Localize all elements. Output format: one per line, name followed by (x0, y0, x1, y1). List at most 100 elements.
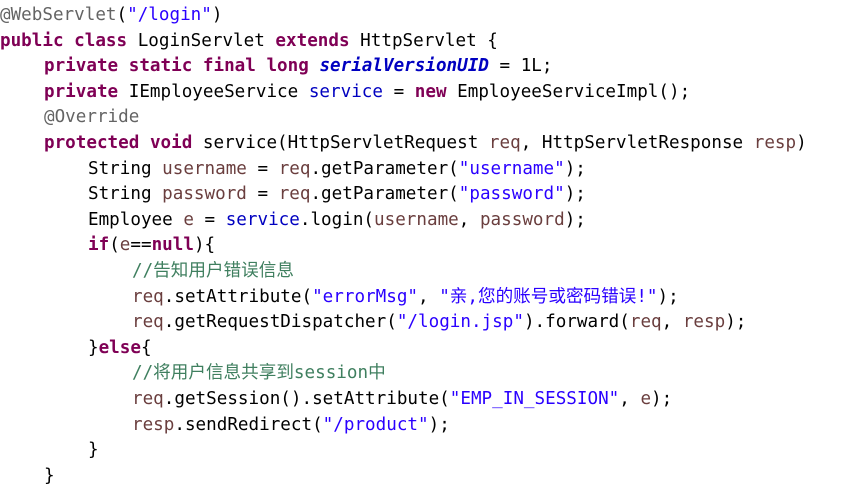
code-token-plain: ); (428, 414, 450, 435)
code-token-kw: long (266, 56, 309, 77)
code-token-plain: } (88, 440, 99, 461)
code-token-plain: EmployeeServiceImpl(); (446, 81, 691, 102)
code-token-kw: private (44, 56, 119, 77)
code-token-anno: @Override (44, 107, 140, 128)
code-token-plain: ){ (193, 235, 216, 256)
code-token-plain: ); (564, 209, 586, 230)
code-token-var: req (278, 158, 311, 179)
code-line[interactable]: private static final long serialVersionU… (0, 54, 853, 80)
code-line[interactable]: if(e==null){ (0, 233, 853, 259)
code-token-str: "errorMsg" (312, 286, 419, 307)
code-token-var: resp (753, 132, 797, 153)
code-line[interactable]: req.getRequestDispatcher("/login.jsp").f… (0, 310, 853, 336)
code-token-plain: ); (725, 312, 747, 333)
code-line[interactable]: req.getSession().setAttribute("EMP_IN_SE… (0, 387, 853, 413)
code-line[interactable]: @Override (0, 105, 853, 131)
code-token-plain: == (130, 235, 152, 256)
code-token-plain: ( (109, 235, 120, 256)
code-token-plain: } (44, 465, 55, 486)
code-token-plain: IEmployeeService (118, 81, 309, 102)
code-line[interactable]: //告知用户错误信息 (0, 259, 853, 285)
code-token-var: req (278, 184, 311, 205)
code-line[interactable]: } (0, 464, 853, 489)
code-token-plain: ); (564, 158, 586, 179)
code-token-plain: , (458, 209, 480, 230)
code-token-kw: public (0, 30, 64, 51)
code-token-field: service (225, 209, 300, 230)
code-token-plain: = 1L; (488, 56, 553, 77)
code-token-plain: ).forward( (523, 312, 630, 333)
code-token-var: e (119, 235, 131, 256)
code-token-plain: = (382, 81, 415, 102)
code-token-plain: Employee (88, 209, 184, 230)
code-token-plain: .getSession().setAttribute( (163, 388, 450, 409)
code-line[interactable]: } (0, 438, 853, 464)
code-token-comment: //将用户信息共享到session中 (132, 363, 386, 384)
code-token-plain: .getParameter( (310, 184, 459, 205)
code-token-kw: static (128, 56, 193, 77)
code-token-var: req (132, 312, 164, 333)
code-token-kw: final (202, 56, 256, 77)
code-token-plain: = (193, 209, 226, 230)
code-token-anno: @WebServlet (0, 5, 117, 25)
code-editor[interactable]: @WebServlet("/login") public class LoginS… (0, 0, 853, 489)
code-token-plain: } (88, 337, 99, 358)
code-line[interactable]: req.setAttribute("errorMsg", "亲,您的账号或密码错… (0, 285, 853, 311)
code-token-var: password (479, 209, 565, 230)
code-token-kw: extends (275, 30, 350, 51)
code-token-plain: String (88, 158, 163, 179)
code-token-plain: ) (796, 132, 807, 153)
code-line[interactable]: resp.sendRedirect("/product"); (0, 413, 853, 439)
code-token-var: e (183, 209, 194, 230)
code-token-comment: //告知用户错误信息 (132, 260, 294, 281)
code-token-kw: null (151, 235, 194, 256)
code-token-plain: { (140, 337, 152, 358)
code-token-kw: new (414, 81, 447, 102)
code-token-plain: = (246, 184, 279, 205)
code-line[interactable]: }else{ (0, 336, 853, 362)
code-token-var: req (488, 132, 521, 153)
code-token-var: username (162, 158, 247, 179)
code-token-kw: private (44, 81, 119, 102)
code-token-plain: .sendRedirect( (174, 414, 323, 435)
code-token-plain: .getRequestDispatcher( (163, 312, 397, 333)
code-line[interactable]: public class LoginServlet extends HttpSe… (0, 29, 853, 55)
code-token-plain: , (661, 312, 683, 333)
code-token-plain: .setAttribute( (163, 286, 313, 307)
code-token-kw: protected (44, 132, 140, 153)
code-token-kw: if (88, 235, 110, 256)
code-token-plain: .getParameter( (310, 158, 459, 179)
code-line[interactable]: //将用户信息共享到session中 (0, 361, 853, 387)
code-token-field: service (308, 81, 383, 102)
code-token-var: username (374, 209, 459, 230)
code-token-kw: else (98, 337, 141, 358)
code-token-plain: , (619, 388, 641, 409)
code-token-plain: HttpServlet { (349, 30, 498, 51)
code-token-str: "/login" (127, 5, 212, 25)
code-token-static-field: serialVersionUID (319, 56, 489, 77)
code-token-plain: service(HttpServletRequest (192, 132, 489, 153)
code-line[interactable]: Employee e = service.login(username, pas… (0, 208, 853, 234)
code-token-plain: ); (657, 286, 679, 307)
code-token-str: "/login.jsp" (396, 312, 524, 333)
code-token-plain: ( (116, 5, 128, 25)
code-token-str: "亲,您的账号或密码错误!" (439, 286, 658, 307)
code-line[interactable]: String username = req.getParameter("user… (0, 157, 853, 183)
code-token-plain: ); (564, 184, 586, 205)
code-token-str: "username" (458, 158, 565, 179)
code-token-plain: String (88, 184, 163, 205)
code-token-var: password (162, 184, 247, 205)
code-line[interactable]: protected void service(HttpServletReques… (0, 131, 853, 157)
code-line[interactable]: String password = req.getParameter("pass… (0, 182, 853, 208)
code-token-kw: void (149, 132, 193, 153)
code-line[interactable]: @WebServlet("/login") (0, 3, 853, 29)
code-line[interactable]: private IEmployeeService service = new E… (0, 80, 853, 106)
code-token-kw: class (74, 30, 128, 51)
code-token-var: resp (682, 312, 726, 333)
code-token-str: "EMP_IN_SESSION" (449, 388, 620, 409)
